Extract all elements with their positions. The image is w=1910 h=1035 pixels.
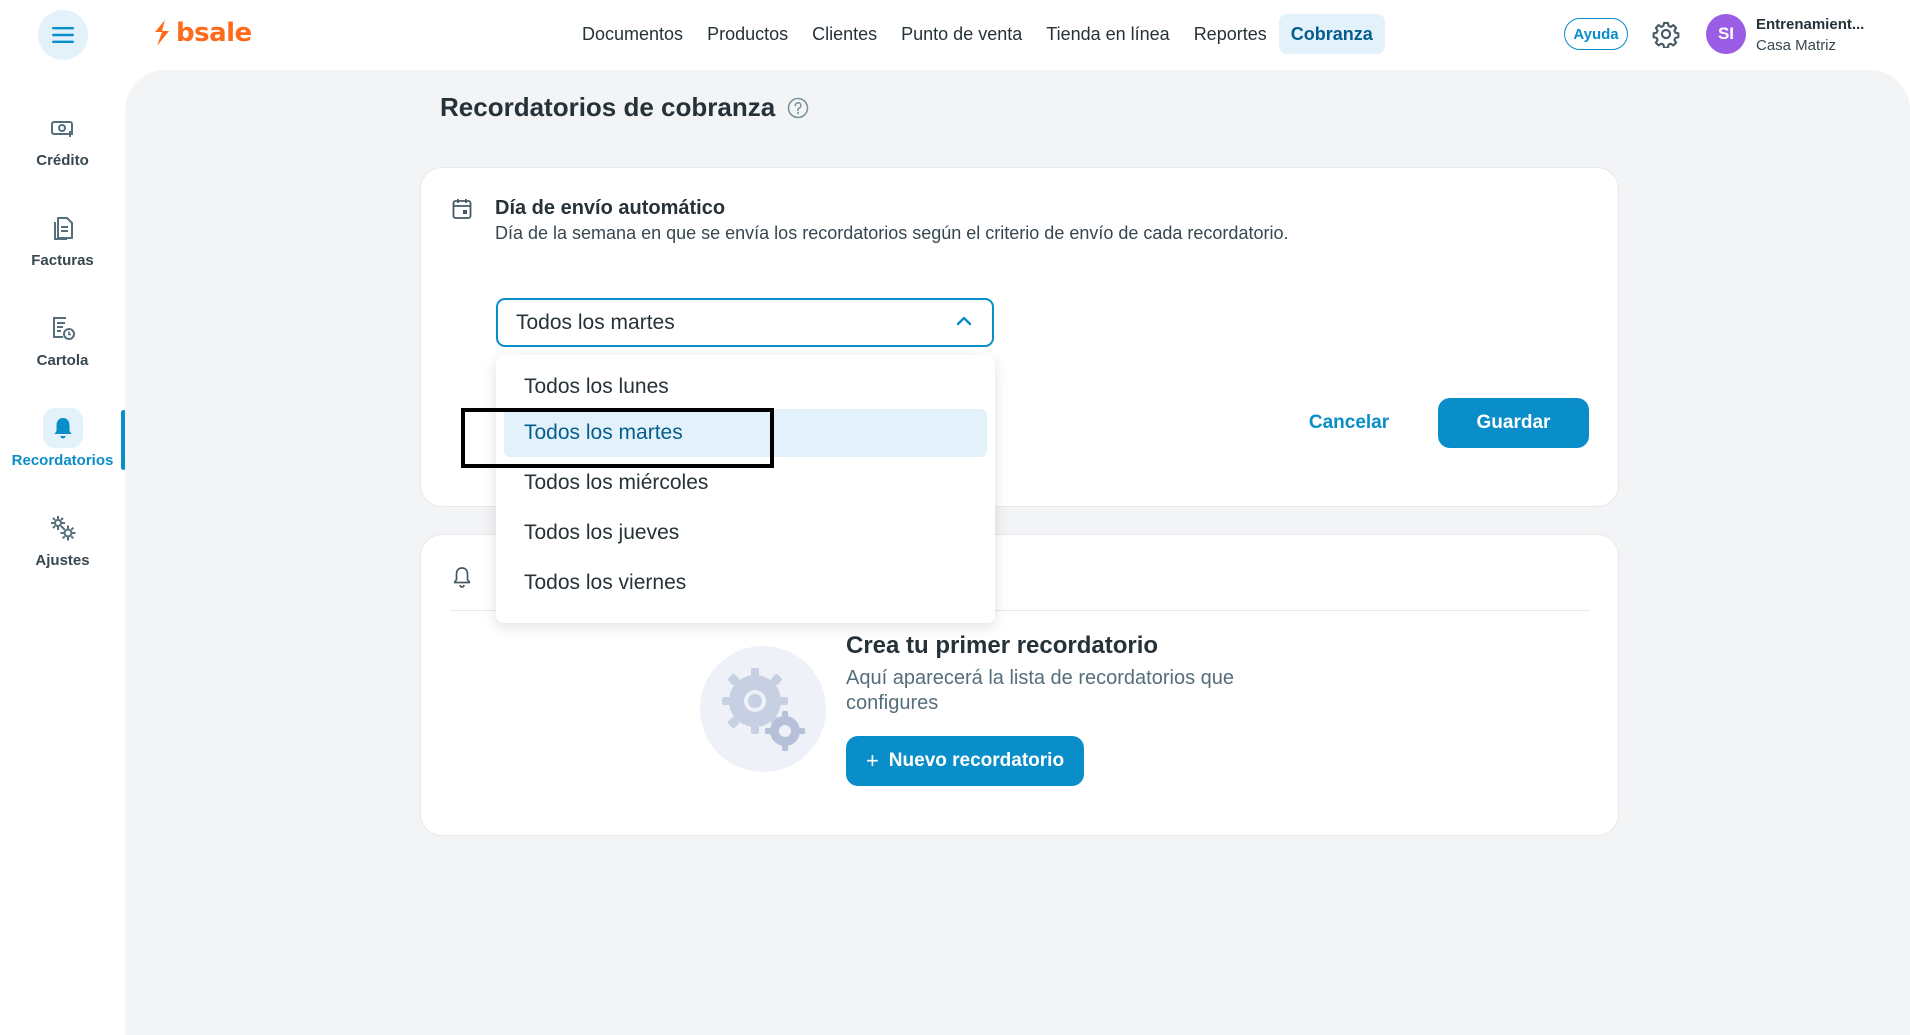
save-button[interactable]: Guardar xyxy=(1438,398,1589,448)
avatar[interactable]: SI xyxy=(1706,14,1746,54)
nav-item-cobranza[interactable]: Cobranza xyxy=(1278,14,1385,54)
statement-clock-icon xyxy=(43,308,83,348)
nav-item-punto-de-venta[interactable]: Punto de venta xyxy=(889,14,1034,54)
sidebar-item-label: Cartola xyxy=(36,352,89,369)
sidebar-item-cartola[interactable]: Cartola xyxy=(0,308,125,380)
page-title: Recordatorios de cobranza xyxy=(440,92,809,123)
new-reminder-label: Nuevo recordatorio xyxy=(888,750,1065,771)
nav-item-tienda-en-linea[interactable]: Tienda en línea xyxy=(1034,14,1181,54)
sidebar-item-label: Recordatorios xyxy=(11,452,114,469)
sidebar-item-recordatorios[interactable]: Recordatorios xyxy=(0,408,125,480)
cancel-button[interactable]: Cancelar xyxy=(1292,398,1406,448)
gear-icon xyxy=(1652,21,1680,49)
auto-send-title: Día de envío automático xyxy=(495,197,726,219)
logo-text: bsale xyxy=(176,18,252,48)
sidebar-item-facturas[interactable]: Facturas xyxy=(0,208,125,280)
option-jueves[interactable]: Todos los jueves xyxy=(504,509,987,557)
send-day-selected-value: Todos los martes xyxy=(516,310,675,334)
page-title-text: Recordatorios de cobranza xyxy=(440,92,776,122)
gears-illustration xyxy=(700,646,826,772)
user-name[interactable]: Entrenamient... xyxy=(1756,16,1864,33)
empty-state-title: Crea tu primer recordatorio xyxy=(846,632,1159,659)
chevron-up-icon xyxy=(956,316,972,326)
auto-send-description: Día de la semana en que se envía los rec… xyxy=(495,223,1289,243)
sidebar-item-ajustes[interactable]: Ajustes xyxy=(0,508,125,580)
option-lunes[interactable]: Todos los lunes xyxy=(504,363,987,411)
bolt-logo-icon xyxy=(155,20,169,46)
calendar-icon xyxy=(452,199,472,219)
hamburger-icon xyxy=(52,27,74,43)
empty-state-description: Aquí aparecerá la lista de recordatorios… xyxy=(846,667,1235,714)
help-circle-icon[interactable] xyxy=(787,97,809,119)
main-nav: Documentos Productos Clientes Punto de v… xyxy=(570,14,1385,54)
gears-icon xyxy=(43,508,83,548)
send-day-dropdown: Todos los lunes Todos los martes Todos l… xyxy=(496,355,995,623)
nav-item-productos[interactable]: Productos xyxy=(695,14,800,54)
sidebar-item-label: Crédito xyxy=(36,152,89,169)
settings-button[interactable] xyxy=(1652,20,1680,53)
sidebar-item-credito[interactable]: Crédito xyxy=(0,108,125,180)
top-bar: bsale Documentos Productos Clientes Punt… xyxy=(0,0,1910,70)
send-day-select[interactable]: Todos los martes xyxy=(496,298,994,347)
branch-name: Casa Matriz xyxy=(1756,37,1837,54)
nav-item-reportes[interactable]: Reportes xyxy=(1182,14,1279,54)
bell-icon xyxy=(42,408,83,448)
option-miercoles[interactable]: Todos los miércoles xyxy=(504,459,987,507)
nav-item-documentos[interactable]: Documentos xyxy=(570,14,695,54)
sidebar-item-label: Facturas xyxy=(31,252,94,269)
help-button[interactable]: Ayuda xyxy=(1564,18,1628,50)
nav-item-clientes[interactable]: Clientes xyxy=(800,14,889,54)
hamburger-menu-button[interactable] xyxy=(38,10,88,60)
bsale-logo[interactable]: bsale xyxy=(152,18,252,48)
option-martes[interactable]: Todos los martes xyxy=(504,409,987,457)
option-viernes[interactable]: Todos los viernes xyxy=(504,559,987,607)
sidebar-item-label: Ajustes xyxy=(35,552,90,569)
documents-icon xyxy=(43,208,83,248)
money-icon xyxy=(43,108,83,148)
bell-outline-icon xyxy=(453,567,471,588)
plus-icon: + xyxy=(865,748,879,773)
new-reminder-button[interactable]: + Nuevo recordatorio xyxy=(846,736,1084,786)
